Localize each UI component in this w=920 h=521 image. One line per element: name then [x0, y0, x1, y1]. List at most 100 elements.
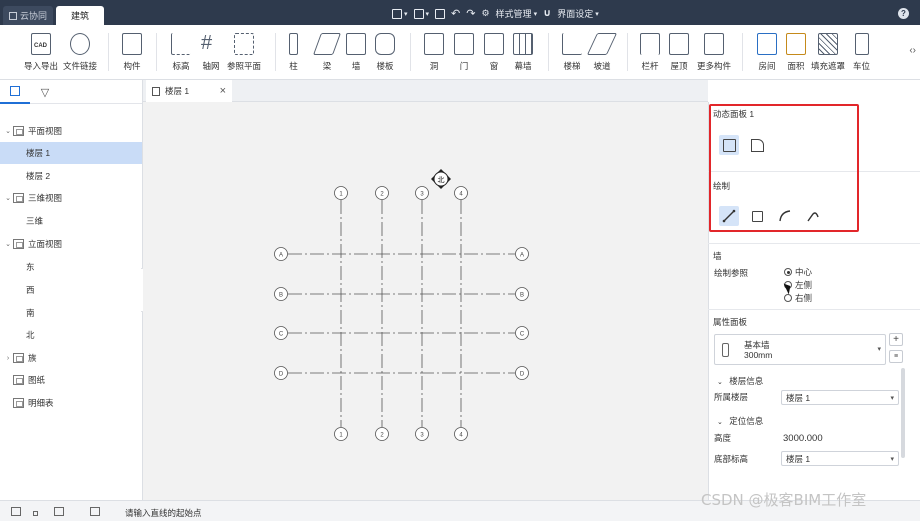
- tab-cloud-collab[interactable]: 云协同: [3, 6, 54, 25]
- ribbon-ref-plane-button[interactable]: 参照平面: [227, 33, 261, 72]
- style-manage-icon[interactable]: ⚙: [481, 8, 489, 19]
- draw-ref-label: 绘制参照: [714, 268, 749, 278]
- chevron-down-icon[interactable]: ▾: [534, 10, 538, 18]
- ui-settings-button[interactable]: 界面设定: [557, 7, 593, 20]
- roof-icon: [669, 33, 689, 55]
- add-type-button[interactable]: +: [889, 333, 903, 346]
- open-file-icon[interactable]: [413, 8, 424, 19]
- axis-label: A: [279, 253, 283, 259]
- watermark: CSDN @极客BIM工作室: [701, 491, 867, 509]
- folder-view-icon: [13, 375, 24, 385]
- doc-tab-label: 楼层 1: [165, 86, 190, 96]
- edit-type-button[interactable]: ≡: [889, 350, 903, 363]
- ribbon-grid-button[interactable]: # 轴网: [201, 33, 221, 72]
- chevron-icon[interactable]: ⌄: [3, 240, 13, 248]
- tab-filter[interactable]: ▽: [30, 80, 60, 104]
- tree-item[interactable]: 楼层 1: [0, 142, 142, 164]
- tree-item[interactable]: ⌄ 平面视图: [0, 120, 142, 142]
- opening-icon: [424, 33, 444, 55]
- folder-view-icon: [13, 239, 24, 249]
- tree-item[interactable]: ⌄ 三维视图: [0, 187, 142, 209]
- ribbon-room-button[interactable]: 房间: [757, 33, 777, 72]
- ribbon-floor-button[interactable]: 楼板: [375, 33, 395, 72]
- ribbon-parking-button[interactable]: 车位: [853, 33, 870, 72]
- props-panel-title: 属性面板: [713, 317, 748, 327]
- ribbon-opening-button[interactable]: 洞: [424, 33, 444, 72]
- tree-item[interactable]: 楼层 2: [0, 165, 142, 187]
- tab-building[interactable]: 建筑: [56, 6, 104, 25]
- layout-icon[interactable]: [54, 507, 64, 516]
- floor-select[interactable]: 楼层 1 ▾: [781, 390, 899, 405]
- floor-info-group[interactable]: ⌄ 楼层信息: [717, 375, 763, 387]
- fill-mask-icon: [818, 33, 838, 55]
- ribbon-more-components-button[interactable]: 更多构件: [697, 33, 731, 72]
- more-components-icon: [704, 33, 724, 55]
- tree-item-label: 南: [26, 308, 35, 318]
- ribbon-column-button[interactable]: 柱: [289, 33, 298, 72]
- tab-building-label: 建筑: [70, 11, 89, 21]
- ribbon-window-button[interactable]: 窗: [484, 33, 504, 72]
- tree-item-label: 三维视图: [28, 193, 63, 203]
- tree-item[interactable]: › 族: [0, 347, 142, 369]
- wall-type-selector[interactable]: 基本墙 300mm ▾: [714, 334, 886, 365]
- ribbon-ramp-button[interactable]: 坡道: [586, 33, 618, 72]
- ribbon-file-link-button[interactable]: 文件链接: [63, 33, 97, 72]
- wall-section-title: 墙: [713, 251, 722, 261]
- radio-center[interactable]: 中心: [784, 266, 812, 278]
- ribbon-railing-button[interactable]: 栏杆: [640, 33, 660, 72]
- axis-label: D: [279, 372, 284, 378]
- chevron-down-icon[interactable]: ▾: [595, 10, 599, 18]
- save-icon[interactable]: [435, 8, 446, 19]
- ribbon-wall-button[interactable]: 墙: [346, 33, 366, 72]
- style-manage-button[interactable]: 样式管理: [496, 7, 532, 20]
- cloud-icon: [9, 11, 17, 20]
- tree-item[interactable]: 三维: [0, 210, 142, 232]
- chevron-icon[interactable]: ⌄: [3, 194, 13, 202]
- doc-tab-floor-1[interactable]: 楼层 1 ×: [146, 80, 232, 102]
- tree-item-label: 明细表: [28, 398, 54, 408]
- tree-item[interactable]: 南: [0, 302, 142, 324]
- ribbon-roof-button[interactable]: 屋顶: [669, 33, 689, 72]
- ribbon-import-export-button[interactable]: CAD 导入导出: [24, 33, 58, 72]
- folder-view-icon: [13, 193, 24, 203]
- tree-item[interactable]: 东: [0, 256, 142, 278]
- ribbon-area-button[interactable]: 面积: [786, 33, 806, 72]
- tree-item[interactable]: ⌄ 立面视图: [0, 233, 142, 255]
- grid-icon: #: [201, 32, 213, 54]
- ribbon-scroll-right-icon[interactable]: ‹›: [909, 45, 916, 56]
- help-icon[interactable]: ?: [898, 8, 909, 19]
- tree-item[interactable]: 图纸: [0, 369, 142, 391]
- ribbon-curtain-wall-button[interactable]: 幕墙: [513, 33, 533, 72]
- small-square-icon[interactable]: [33, 511, 38, 516]
- floor-icon: [375, 33, 395, 55]
- tab-project-tree[interactable]: [0, 80, 30, 104]
- close-icon[interactable]: ×: [220, 85, 226, 97]
- cad-icon: CAD: [31, 33, 51, 55]
- chevron-icon[interactable]: ⌄: [3, 127, 13, 135]
- list-icon[interactable]: [90, 507, 100, 516]
- chevron-icon[interactable]: ›: [3, 355, 13, 362]
- ribbon-door-button[interactable]: 门: [454, 33, 474, 72]
- ribbon-component-button[interactable]: 构件: [122, 33, 142, 72]
- ribbon-fill-mask-button[interactable]: 填充遮罩: [811, 33, 845, 72]
- redo-icon[interactable]: ↷: [466, 7, 475, 20]
- new-file-icon[interactable]: [392, 8, 402, 19]
- tree-item[interactable]: 北: [0, 324, 142, 346]
- chevron-down-icon: ▾: [890, 455, 894, 463]
- props-scrollbar[interactable]: [901, 368, 905, 458]
- tree-item[interactable]: 西: [0, 279, 142, 301]
- status-hint: 请输入直线的起始点: [125, 508, 202, 518]
- base-level-select[interactable]: 楼层 1 ▾: [781, 451, 899, 466]
- ramp-icon: [586, 33, 618, 55]
- height-value[interactable]: 3000.000: [783, 433, 823, 444]
- tree-item-label: 东: [26, 262, 35, 272]
- drawing-canvas[interactable]: 11223344AABBCCDD北: [143, 102, 708, 500]
- ribbon-stair-button[interactable]: 楼梯: [562, 33, 582, 72]
- grid-view-icon[interactable]: [11, 507, 21, 516]
- ribbon-beam-button[interactable]: 梁: [312, 33, 342, 72]
- ribbon-level-button[interactable]: 标高: [171, 33, 191, 72]
- position-info-group[interactable]: ⌄ 定位信息: [717, 415, 763, 427]
- undo-icon[interactable]: ↶: [451, 7, 460, 20]
- magnet-icon[interactable]: ∪: [543, 8, 551, 19]
- tree-item[interactable]: 明细表: [0, 392, 142, 414]
